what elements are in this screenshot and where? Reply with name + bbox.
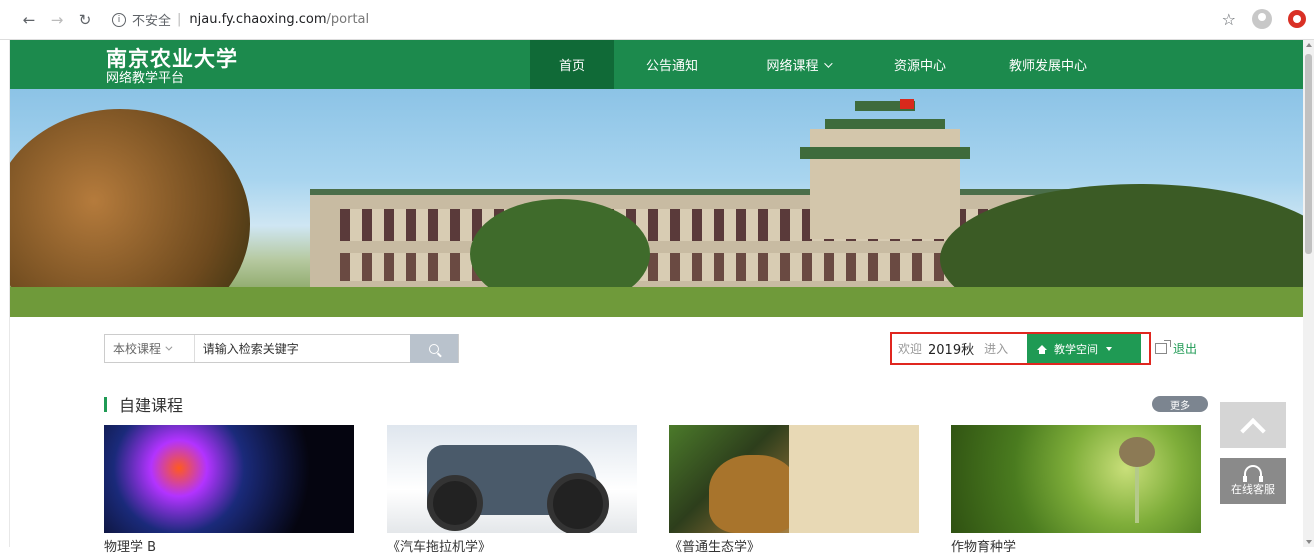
home-icon	[1037, 344, 1047, 354]
chevron-down-icon	[165, 343, 173, 351]
search-scope-select[interactable]: 本校课程	[105, 335, 195, 362]
section-title: 自建课程	[104, 392, 183, 416]
chevron-up-icon	[1240, 417, 1266, 444]
course-name[interactable]: 作物育种学	[951, 536, 1016, 555]
banner-tower	[810, 129, 960, 239]
banner-roof-1	[800, 147, 970, 159]
nav-item-teacher-dev[interactable]: 教师发展中心	[974, 40, 1122, 89]
address-separator: |	[177, 12, 182, 27]
course-card-breeding[interactable]	[951, 425, 1201, 533]
more-button[interactable]: 更多	[1152, 396, 1208, 412]
term-label: 2019秋	[928, 343, 975, 358]
scroll-up-arrow[interactable]	[1306, 43, 1312, 47]
extension-icon[interactable]	[1288, 10, 1306, 28]
banner-tree-left	[10, 109, 250, 317]
site-header: 南京农业大学 网络教学平台 首页 公告通知 网络课程 资源中心 教师发展中心	[10, 40, 1303, 89]
search-icon	[429, 343, 440, 354]
search-input[interactable]	[194, 335, 411, 362]
welcome-label: 欢迎	[898, 342, 923, 356]
caret-down-icon	[1106, 346, 1112, 351]
course-card-tractor[interactable]	[387, 425, 637, 533]
main-nav: 首页 公告通知 网络课程 资源中心 教师发展中心	[530, 40, 1122, 89]
course-search: 本校课程	[104, 334, 459, 363]
info-icon[interactable]: i	[112, 12, 126, 27]
forward-arrow-icon[interactable]: →	[46, 9, 68, 31]
insecure-label: 不安全	[132, 14, 172, 29]
course-card-physics[interactable]	[104, 425, 354, 533]
logout-icon	[1155, 340, 1171, 354]
chevron-down-icon	[823, 58, 833, 68]
banner-flag	[900, 99, 914, 109]
online-service-button[interactable]: 在线客服	[1220, 458, 1286, 504]
reload-icon[interactable]: ↻	[74, 9, 96, 31]
tractor-wheel-rear	[547, 473, 609, 533]
star-icon[interactable]: ☆	[1222, 10, 1236, 29]
back-arrow-icon[interactable]: ←	[18, 9, 40, 31]
enter-label: 进入	[984, 342, 1009, 356]
profile-icon[interactable]	[1252, 9, 1272, 29]
url-host: njau.fy.chaoxing.com	[189, 12, 327, 27]
page-left-edge	[0, 40, 10, 547]
tractor-wheel-front	[427, 475, 483, 531]
campus-banner	[10, 89, 1303, 317]
teaching-space-button[interactable]: 教学空间	[1027, 334, 1141, 363]
scroll-down-arrow[interactable]	[1306, 540, 1312, 544]
browser-toolbar: ← → ↻ i 不安全 | njau.fy.chaoxing.com/porta…	[0, 0, 1314, 40]
page-scrollbar[interactable]	[1303, 40, 1314, 547]
site-subtitle: 网络教学平台	[106, 71, 185, 86]
course-name[interactable]: 《普通生态学》	[669, 536, 760, 555]
course-card-ecology[interactable]	[669, 425, 919, 533]
poster-panel	[789, 425, 919, 533]
plant-seed	[1119, 437, 1155, 467]
nav-item-resources[interactable]: 资源中心	[866, 40, 974, 89]
plant-stem	[1135, 463, 1139, 523]
nav-item-home[interactable]: 首页	[530, 40, 614, 89]
course-name[interactable]: 物理学 B	[104, 536, 156, 555]
scroll-thumb[interactable]	[1305, 54, 1312, 254]
logout-link[interactable]: 退出	[1155, 340, 1197, 357]
url-path: /portal	[326, 12, 370, 27]
banner-windows-lower	[340, 253, 1030, 281]
address-bar[interactable]: i 不安全 | njau.fy.chaoxing.com/portal	[112, 10, 369, 29]
lion-shape	[709, 455, 799, 533]
banner-lawn	[10, 287, 1303, 317]
back-to-top-button[interactable]	[1220, 402, 1286, 448]
nav-item-courses[interactable]: 网络课程	[730, 40, 866, 89]
headset-icon	[1243, 465, 1263, 482]
section-bar	[104, 396, 107, 412]
search-button[interactable]	[410, 334, 458, 363]
course-name[interactable]: 《汽车拖拉机学》	[387, 536, 491, 555]
banner-roof-2	[825, 119, 945, 129]
nav-item-notices[interactable]: 公告通知	[614, 40, 730, 89]
